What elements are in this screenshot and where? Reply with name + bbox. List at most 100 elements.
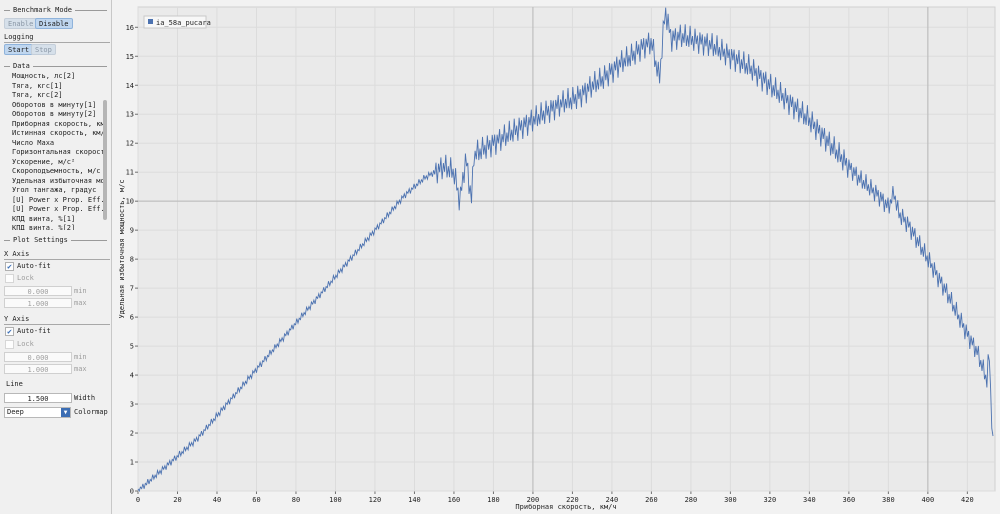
y-tick-label: 8 — [130, 256, 134, 264]
data-list[interactable]: Мощность, лс[2] Тяга, кгс[1] Тяга, кгс[2] О… — [12, 72, 106, 230]
data-list-item[interactable]: Скороподъемность, м/с — [12, 167, 106, 177]
logging-divider — [4, 42, 110, 43]
x-min-label: min — [74, 287, 87, 295]
check-icon: ✔ — [7, 327, 12, 336]
x-tick-label: 300 — [724, 496, 737, 504]
x-tick-label: 20 — [173, 496, 181, 504]
colormap-value: Deep — [7, 408, 24, 416]
data-list-item[interactable]: Приборная скорость, км/ — [12, 120, 106, 130]
data-list-item[interactable]: КПД винта, %[1] — [12, 215, 106, 225]
y-tick-label: 1 — [130, 459, 134, 467]
y-min-field[interactable]: 0.000 — [4, 352, 72, 362]
data-title: Data — [13, 62, 30, 70]
legend[interactable]: ia_58a_pucara — [143, 15, 211, 29]
x-tick-label: 260 — [645, 496, 658, 504]
logging-title: Logging — [4, 33, 34, 41]
x-max-field[interactable]: 1.000 — [4, 298, 72, 308]
stop-button[interactable]: Stop — [31, 44, 56, 55]
y-tick-label: 16 — [126, 24, 134, 32]
y-tick-label: 5 — [130, 343, 134, 351]
x-axis-divider — [4, 259, 110, 260]
y-axis-label: Удельная избыточная мощность, м/с — [118, 179, 126, 318]
x-autofit-label: Auto-fit — [17, 262, 51, 270]
x-autofit-checkbox[interactable]: ✔ — [5, 262, 14, 271]
plot-settings-header: Plot Settings — [4, 235, 107, 245]
x-axis-title: X Axis — [4, 250, 30, 258]
benchmark-mode-title: Benchmark Mode — [13, 6, 73, 14]
sidebar: Benchmark Mode Enable Disable Logging St… — [0, 0, 112, 514]
x-tick-label: 280 — [685, 496, 698, 504]
plot-panel[interactable]: 0 20 40 60 80 100 120 140 160 180 200 220 240 260 280 3… — [113, 0, 1000, 514]
x-tick-label: 180 — [487, 496, 500, 504]
benchmark-mode-header: Benchmark Mode — [4, 5, 107, 15]
data-list-item[interactable]: Ускорение, м/с² — [12, 158, 106, 168]
x-tick-label: 340 — [803, 496, 816, 504]
y-axis-title: Y Axis — [4, 315, 30, 323]
y-max-field[interactable]: 1.000 — [4, 364, 72, 374]
y-tick-label: 9 — [130, 227, 134, 235]
x-tick-label: 120 — [369, 496, 382, 504]
data-list-item[interactable]: Мощность, лс[2] — [12, 72, 106, 82]
y-autofit-checkbox[interactable]: ✔ — [5, 327, 14, 336]
y-tick-label: 3 — [130, 401, 134, 409]
colormap-select[interactable]: Deep ▼ — [4, 407, 71, 418]
x-tick-label: 140 — [408, 496, 421, 504]
plot-settings-title: Plot Settings — [13, 236, 68, 244]
data-list-item[interactable]: Оборотов в минуту[1] — [12, 101, 106, 111]
x-tick-label: 40 — [213, 496, 221, 504]
data-list-scrollbar[interactable] — [103, 100, 107, 220]
data-list-item[interactable]: Тяга, кгс[1] — [12, 82, 106, 92]
x-tick-label: 160 — [448, 496, 461, 504]
y-axis-divider — [4, 324, 110, 325]
x-tick-label: 360 — [843, 496, 856, 504]
line-width-label: Width — [74, 394, 96, 402]
y-tick-label: 14 — [126, 82, 134, 90]
data-list-item[interactable]: Тяга, кгс[2] — [12, 91, 106, 101]
y-tick-label: 10 — [126, 198, 134, 206]
y-lock-label: Lock — [17, 340, 34, 348]
x-tick-label: 420 — [961, 496, 974, 504]
plot-area[interactable] — [137, 6, 996, 492]
y-tick-label: 12 — [126, 140, 134, 148]
y-min-label: min — [74, 353, 87, 361]
y-tick-label: 6 — [130, 314, 134, 322]
line-width-field[interactable]: 1.500 — [4, 393, 72, 403]
chart[interactable]: 0 20 40 60 80 100 120 140 160 180 200 220 240 260 280 3… — [113, 0, 1000, 514]
x-tick-label: 380 — [882, 496, 895, 504]
y-tick-label: 11 — [126, 169, 134, 177]
data-list-item[interactable]: Оборотов в минуту[2] — [12, 110, 106, 120]
enable-button[interactable]: Enable — [4, 18, 38, 29]
data-list-item[interactable]: Угол тангажа, градус — [12, 186, 106, 196]
line-title: Line — [6, 380, 23, 388]
x-tick-label: 0 — [136, 496, 140, 504]
x-axis-label: Приборная скорость, км/ч — [515, 503, 616, 511]
data-list-item[interactable]: КПД винта, %[2] — [12, 224, 106, 230]
x-tick-label: 80 — [292, 496, 300, 504]
y-tick-label: 4 — [130, 372, 134, 380]
data-list-item[interactable]: Число Маха — [12, 139, 106, 149]
legend-series-label: ia_58a_pucara — [156, 19, 211, 27]
y-tick-label: 15 — [126, 53, 134, 61]
y-tick-label: 0 — [130, 488, 134, 496]
x-lock-label: Lock — [17, 274, 34, 282]
data-list-item[interactable]: Истинная скорость, км/ч — [12, 129, 106, 139]
y-max-label: max — [74, 365, 87, 373]
check-icon: ✔ — [7, 262, 12, 271]
disable-button[interactable]: Disable — [35, 18, 73, 29]
y-tick-label: 13 — [126, 111, 134, 119]
data-list-item[interactable]: Горизонтальная скорость — [12, 148, 106, 158]
data-list-item[interactable]: [U] Power x Prop. Eff.[ — [12, 205, 106, 215]
x-tick-label: 320 — [764, 496, 777, 504]
x-min-field[interactable]: 0.000 — [4, 286, 72, 296]
start-button[interactable]: Start — [4, 44, 34, 55]
dropdown-arrow-icon[interactable]: ▼ — [61, 408, 70, 417]
data-list-item[interactable]: [U] Power x Prop. Eff.[ — [12, 196, 106, 206]
x-lock-checkbox[interactable] — [5, 274, 14, 283]
data-list-item[interactable]: Удельная избыточная мощ — [12, 177, 106, 187]
y-lock-checkbox[interactable] — [5, 340, 14, 349]
x-tick-label: 100 — [329, 496, 342, 504]
x-tick-label: 400 — [922, 496, 935, 504]
y-tick-label: 7 — [130, 285, 134, 293]
data-header: Data — [4, 61, 107, 71]
y-tick-label: 2 — [130, 430, 134, 438]
